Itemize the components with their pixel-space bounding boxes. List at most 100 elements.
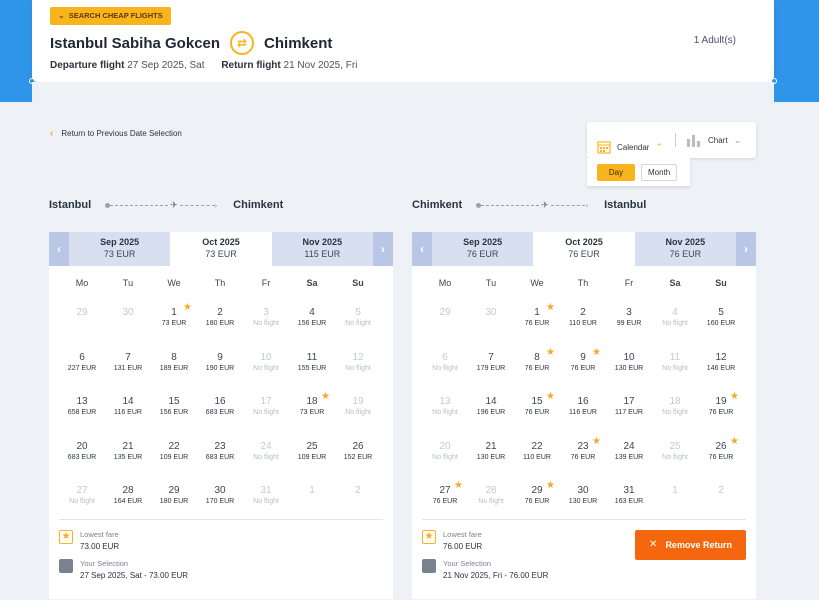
calendar-day[interactable]: 9 76 EUR ★ bbox=[560, 341, 606, 386]
calendar-day[interactable]: 18 No flight bbox=[652, 385, 698, 430]
calendar-day[interactable]: 8 76 EUR ★ bbox=[514, 341, 560, 386]
calendar-day[interactable]: 13 658 EUR bbox=[59, 385, 105, 430]
calendar-day[interactable]: 10 No flight bbox=[243, 341, 289, 386]
month-tab[interactable]: Nov 2025 76 EUR bbox=[635, 232, 736, 266]
calendar-day[interactable]: 21 130 EUR bbox=[468, 430, 514, 475]
calendar-day[interactable]: 1 73 EUR ★ bbox=[151, 296, 197, 341]
month-tab-selected[interactable]: Oct 2025 76 EUR bbox=[533, 232, 635, 266]
calendar-day[interactable]: 25 No flight bbox=[652, 430, 698, 475]
calendar-day[interactable]: 14 196 EUR bbox=[468, 385, 514, 430]
swap-icon[interactable]: ⇄ bbox=[230, 31, 255, 55]
calendar-day[interactable]: 16 116 EUR bbox=[560, 385, 606, 430]
day-price: 683 EUR bbox=[67, 453, 97, 461]
day-price: 658 EUR bbox=[67, 409, 97, 416]
next-month-button[interactable]: › bbox=[735, 232, 756, 266]
calendar-day[interactable]: 7 179 EUR bbox=[468, 341, 514, 386]
calendar-day[interactable]: 11 155 EUR bbox=[289, 341, 335, 386]
month-button[interactable]: Month bbox=[641, 163, 678, 181]
day-number: 31 bbox=[623, 485, 635, 496]
calendar-day[interactable]: 27 76 EUR ★ bbox=[422, 474, 468, 519]
month-tab[interactable]: Sep 2025 76 EUR bbox=[432, 232, 533, 266]
month-tab[interactable]: Nov 2025 115 EUR bbox=[272, 232, 373, 266]
calendar-day[interactable]: 16 683 EUR bbox=[197, 385, 243, 430]
calendar-day[interactable]: 2 180 EUR bbox=[197, 296, 243, 341]
calendar-day[interactable]: 13 No flight bbox=[422, 385, 468, 430]
calendar-day[interactable]: 30 170 EUR bbox=[197, 474, 243, 519]
day-number: 1 bbox=[309, 485, 315, 496]
calendar-day[interactable]: 12 No flight bbox=[335, 341, 381, 386]
calendar-day[interactable]: 20 No flight bbox=[422, 430, 468, 475]
previous-month-button[interactable]: ‹ bbox=[49, 232, 69, 266]
calendar-day[interactable]: 28 No flight bbox=[468, 474, 514, 519]
calendar-day[interactable]: 23 683 EUR bbox=[197, 430, 243, 475]
day-number: 12 bbox=[715, 351, 727, 363]
calendar-day[interactable]: 29 180 EUR bbox=[151, 474, 197, 519]
day-price: No flight bbox=[345, 364, 371, 372]
calendar-day[interactable]: 10 130 EUR bbox=[606, 341, 652, 386]
remove-return-button[interactable]: ✕ Remove Return bbox=[635, 529, 746, 560]
calendar-day[interactable]: 4 156 EUR bbox=[289, 296, 335, 341]
star-icon: ★ bbox=[454, 480, 463, 491]
calendar-day[interactable]: 29 76 EUR ★ bbox=[514, 474, 560, 519]
calendar-day[interactable]: 21 135 EUR bbox=[105, 430, 151, 475]
day-button[interactable]: Day bbox=[597, 163, 635, 181]
calendar-day[interactable]: 5 No flight bbox=[335, 296, 381, 341]
calendar-day[interactable]: 22 109 EUR bbox=[151, 430, 197, 475]
search-cheap-flights-button[interactable]: ⌄ SEARCH CHEAP FLIGHTS bbox=[50, 7, 171, 25]
previous-month-button[interactable]: ‹ bbox=[412, 232, 432, 266]
day-number: 11 bbox=[306, 351, 318, 363]
calendar-day[interactable]: 22 110 EUR bbox=[514, 430, 560, 475]
calendar-day[interactable]: 26 152 EUR bbox=[335, 430, 381, 475]
day-number: 2 bbox=[355, 485, 361, 496]
calendar-day[interactable]: 15 156 EUR bbox=[151, 385, 197, 430]
day-grid: 29 30 1 76 EUR ★ 2 110 EUR 3 99 EUR 4 No flight 5 16… bbox=[412, 296, 756, 519]
calendar-day[interactable]: 26 76 EUR ★ bbox=[698, 430, 744, 475]
chevron-down-icon: ⌄ bbox=[58, 11, 65, 20]
calendar-day[interactable]: 31 No flight bbox=[243, 474, 289, 519]
airplane-icon: ✈ bbox=[170, 199, 178, 210]
calendar-day[interactable]: 6 227 EUR bbox=[59, 341, 105, 386]
month-tab-selected[interactable]: Oct 2025 73 EUR bbox=[170, 232, 272, 266]
calendar-day[interactable]: 14 116 EUR bbox=[105, 385, 151, 430]
calendar-day[interactable]: 6 No flight bbox=[422, 341, 468, 386]
calendar-day[interactable]: 8 189 EUR bbox=[151, 341, 197, 386]
day-number: 28 bbox=[485, 485, 497, 496]
calendar-day[interactable]: 5 160 EUR bbox=[698, 296, 744, 341]
calendar-day[interactable]: 23 76 EUR ★ bbox=[560, 430, 606, 475]
chart-view-option[interactable]: Chart ⌄ bbox=[676, 133, 741, 147]
calendar-day[interactable]: 12 146 EUR bbox=[698, 341, 744, 386]
calendar-day[interactable]: 19 76 EUR ★ bbox=[698, 385, 744, 430]
month-tab[interactable]: Sep 2025 73 EUR bbox=[69, 232, 170, 266]
calendar-day[interactable]: 2 110 EUR bbox=[560, 296, 606, 341]
calendar-day[interactable]: 20 683 EUR bbox=[59, 430, 105, 475]
calendar-day[interactable]: 30 130 EUR bbox=[560, 474, 606, 519]
back-link[interactable]: ‹ Return to Previous Date Selection bbox=[50, 128, 182, 139]
calendar-day[interactable]: 15 76 EUR ★ bbox=[514, 385, 560, 430]
day-number: 15 bbox=[168, 396, 180, 407]
next-month-button[interactable]: › bbox=[372, 232, 393, 266]
calendar-day[interactable]: 17 117 EUR bbox=[606, 385, 652, 430]
calendar-day[interactable]: 25 109 EUR bbox=[289, 430, 335, 475]
calendar-day[interactable]: 7 131 EUR bbox=[105, 341, 151, 386]
calendar-day[interactable]: 27 No flight bbox=[59, 474, 105, 519]
calendar-day[interactable]: 31 163 EUR bbox=[606, 474, 652, 519]
calendar-day[interactable]: 11 No flight bbox=[652, 341, 698, 386]
calendar-day[interactable]: 1 76 EUR ★ bbox=[514, 296, 560, 341]
calendar-day[interactable]: 17 No flight bbox=[243, 385, 289, 430]
calendar-day[interactable]: 9 190 EUR bbox=[197, 341, 243, 386]
star-icon: ★ bbox=[730, 435, 739, 447]
calendar-day[interactable]: 3 99 EUR bbox=[606, 296, 652, 341]
day-price: 180 EUR bbox=[205, 320, 235, 327]
calendar-day[interactable]: 18 73 EUR ★ bbox=[289, 385, 335, 430]
calendar-day[interactable]: 24 No flight bbox=[243, 430, 289, 475]
calendar-day[interactable]: 19 No flight bbox=[335, 385, 381, 430]
day-price: 139 EUR bbox=[614, 453, 644, 461]
calendar-view-option[interactable]: Calendar ⌃ bbox=[587, 140, 675, 154]
calendar-day[interactable]: 28 164 EUR bbox=[105, 474, 151, 519]
calendar-day[interactable]: 3 No flight bbox=[243, 296, 289, 341]
calendar-day[interactable]: 4 No flight bbox=[652, 296, 698, 341]
day-number: 24 bbox=[623, 440, 635, 452]
calendar-day[interactable]: 24 139 EUR bbox=[606, 430, 652, 475]
day-number: 16 bbox=[214, 396, 226, 407]
day-number: 9 bbox=[217, 351, 223, 363]
